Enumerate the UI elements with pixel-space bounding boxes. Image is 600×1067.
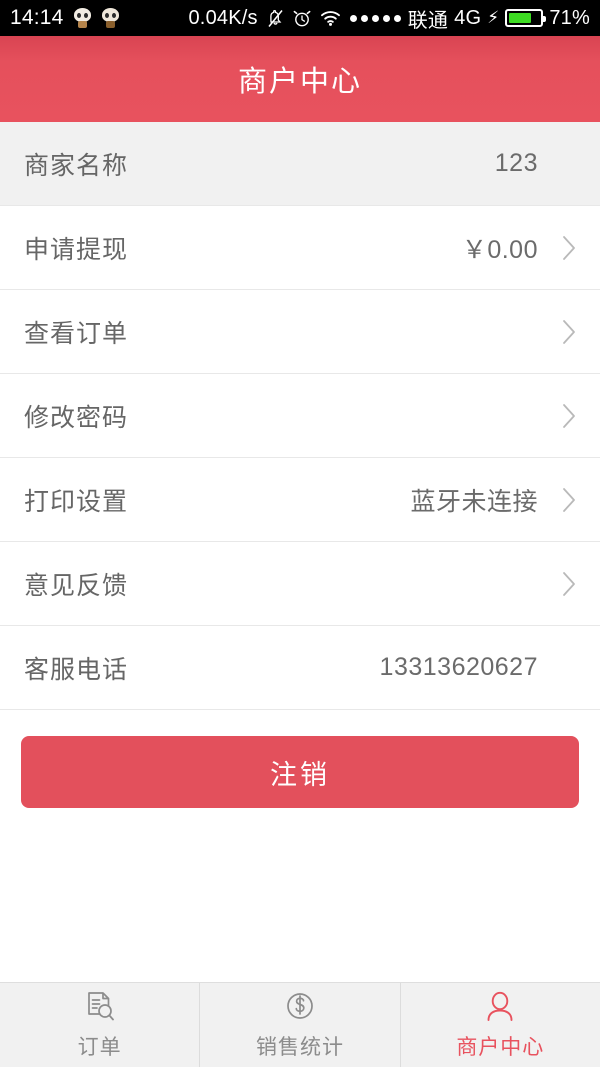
status-bar-right: 联通 4G ⚡ 71% [408,4,590,33]
status-time: 14:14 [10,6,64,29]
tab-label: 订单 [77,1035,122,1059]
logout-button-container: 注销 [0,710,600,808]
app-root: 14:14 0.04K/s 联通 4G ⚡ 71% 商户中心 商家名称 123 … [0,0,600,1067]
battery-percent: 71% [549,6,590,29]
network-speed-text: 0.04K/s [188,6,258,29]
list-row-label: 修改密码 [24,403,129,432]
carrier-name: 联通 [407,9,449,32]
alarm-clock-icon [293,9,311,28]
status-bar-left: 14:14 [10,6,120,30]
list-row-5[interactable]: 意见反馈 [0,542,600,626]
list-row-value: ￥0.00 [461,235,538,264]
bottom-tab-bar: 订单 销售统计 商户中心 [0,982,600,1067]
list-row-label: 商家名称 [24,151,129,180]
tab-label: 商户中心 [456,1035,545,1059]
tab-label: 销售统计 [255,1035,344,1059]
list-row-value: 123 [494,149,538,177]
list-row-1[interactable]: 申请提现 ￥0.00 [0,206,600,290]
list-row-value: 13313620627 [379,653,538,681]
dollar-circle-icon[interactable] [283,990,317,1024]
list-row-4[interactable]: 打印设置 蓝牙未连接 [0,458,600,542]
content-filler [0,808,600,982]
battery-icon [505,9,547,27]
page-title: 商户中心 [237,66,362,98]
tab-1[interactable]: 销售统计 [200,983,401,1067]
skull-emoji-icon [101,7,120,29]
list-row-label: 申请提现 [24,235,129,264]
signal-dots-icon [349,14,401,22]
chevron-right-icon[interactable] [552,234,578,262]
list-row-value: 蓝牙未连接 [410,487,538,516]
logout-button[interactable]: 注销 [21,736,579,808]
chevron-right-icon[interactable] [552,570,578,598]
list-row-0: 商家名称 123 [0,122,600,206]
bell-muted-icon [267,9,284,28]
network-type: 4G [454,6,482,29]
list-row-6: 客服电话 13313620627 [0,626,600,710]
list-row-label: 意见反馈 [24,571,129,600]
tab-2[interactable]: 商户中心 [401,983,600,1067]
document-search-icon[interactable] [83,990,117,1024]
app-header: 商户中心 [0,36,600,122]
chevron-right-icon[interactable] [552,402,578,430]
status-bar: 14:14 0.04K/s 联通 4G ⚡ 71% [0,0,600,36]
status-bar-middle: 0.04K/s [120,7,408,30]
chevron-right-icon[interactable] [552,486,578,514]
skull-emoji-icon [73,7,92,29]
list-row-3[interactable]: 修改密码 [0,374,600,458]
list-row-label: 查看订单 [24,319,129,348]
list-row-label: 打印设置 [24,487,129,516]
wifi-icon [320,10,341,26]
list-row-label: 客服电话 [24,655,129,684]
chevron-right-icon[interactable] [552,318,578,346]
tab-0[interactable]: 订单 [0,983,201,1067]
settings-list: 商家名称 123 申请提现 ￥0.00 查看订单修改密码打印设置 蓝牙未连接意见反馈客服电… [0,122,600,710]
list-row-2[interactable]: 查看订单 [0,290,600,374]
user-person-icon[interactable] [483,990,517,1024]
lightning-bolt-icon: ⚡ [487,8,500,27]
